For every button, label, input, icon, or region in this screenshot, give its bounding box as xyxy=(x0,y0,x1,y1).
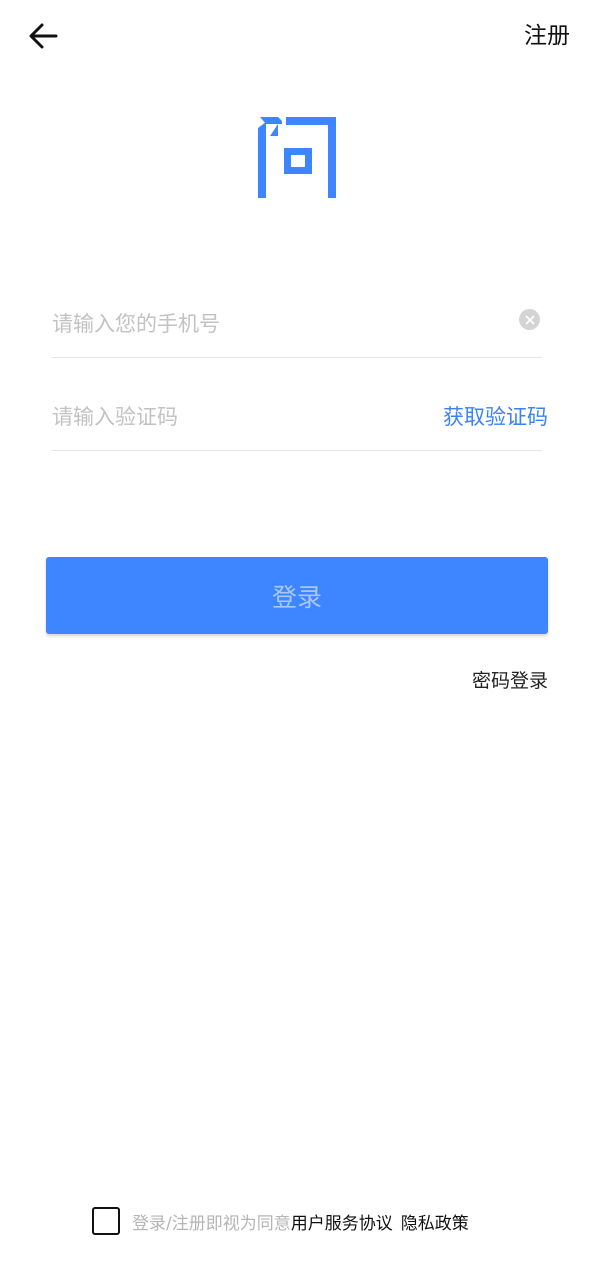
back-button[interactable] xyxy=(24,18,62,54)
phone-input[interactable] xyxy=(52,290,502,357)
verification-code-input[interactable] xyxy=(52,384,412,450)
agreement-prefix: 登录/注册即视为同意 xyxy=(132,1213,291,1234)
login-button[interactable]: 登录 xyxy=(46,557,548,634)
app-logo xyxy=(256,114,338,200)
privacy-link[interactable]: 隐私政策 xyxy=(401,1209,469,1234)
register-link[interactable]: 注册 xyxy=(524,20,570,52)
get-code-button[interactable]: 获取验证码 xyxy=(443,402,548,432)
code-field-row: 获取验证码 xyxy=(52,384,548,451)
arrow-left-icon xyxy=(29,23,58,49)
password-login-link[interactable]: 密码登录 xyxy=(472,667,548,695)
phone-field-row xyxy=(52,290,542,358)
agreement-row: 登录/注册即视为同意 用户服务协议 隐私政策 xyxy=(92,1206,469,1236)
clear-phone-button[interactable] xyxy=(519,309,540,330)
agreement-checkbox[interactable] xyxy=(92,1207,120,1235)
clear-circle-icon xyxy=(525,315,534,324)
wen-logo-icon xyxy=(258,117,336,198)
terms-link[interactable]: 用户服务协议 xyxy=(291,1209,393,1234)
